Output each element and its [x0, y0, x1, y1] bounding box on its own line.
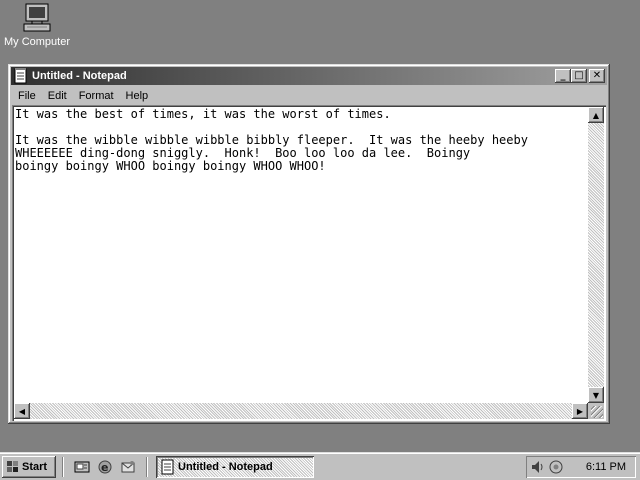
taskbar-notepad-label: Untitled - Notepad: [178, 461, 273, 473]
notepad-icon: [160, 459, 176, 475]
internet-explorer-icon[interactable]: e: [97, 459, 113, 475]
taskbar-separator: [146, 457, 148, 477]
clock: 6:11 PM: [585, 461, 626, 473]
system-tray: 6:11 PM: [526, 456, 636, 478]
vertical-scrollbar[interactable]: ▲ ▼: [588, 107, 604, 403]
menu-file[interactable]: File: [12, 90, 42, 102]
network-icon[interactable]: [548, 459, 564, 475]
menu-bar: File Edit Format Help: [12, 87, 606, 105]
desktop: My Computer Untitled - Notepad _ □ ✕ Fil…: [0, 0, 640, 452]
scroll-right-button[interactable]: ▶: [572, 403, 588, 419]
close-button[interactable]: ✕: [589, 69, 605, 83]
resize-grip-icon: [591, 406, 603, 418]
minimize-button[interactable]: _: [555, 69, 571, 83]
horizontal-scrollbar[interactable]: ◀ ▶: [14, 403, 588, 419]
notepad-icon: [13, 68, 29, 84]
desktop-icon-my-computer[interactable]: My Computer: [2, 2, 72, 48]
taskbar-notepad-button[interactable]: Untitled - Notepad: [156, 456, 314, 478]
menu-format[interactable]: Format: [73, 90, 120, 102]
computer-icon: [20, 2, 54, 34]
taskbar-separator: [62, 457, 64, 477]
menu-edit[interactable]: Edit: [42, 90, 73, 102]
window-title: Untitled - Notepad: [32, 70, 127, 82]
svg-text:e: e: [101, 461, 108, 474]
scroll-down-button[interactable]: ▼: [588, 387, 604, 403]
text-editor[interactable]: It was the best of times, it was the wor…: [12, 105, 606, 421]
desktop-icon-label: My Computer: [3, 36, 71, 48]
taskbar: Start e Untitled - Notepad 6:11 PM: [0, 452, 640, 480]
volume-icon[interactable]: [530, 459, 546, 475]
outlook-express-icon[interactable]: [120, 459, 136, 475]
resize-corner[interactable]: [588, 403, 604, 419]
scroll-left-button[interactable]: ◀: [14, 403, 30, 419]
menu-help[interactable]: Help: [120, 90, 155, 102]
document-text[interactable]: It was the best of times, it was the wor…: [14, 107, 587, 404]
maximize-button[interactable]: □: [571, 69, 587, 83]
show-desktop-icon[interactable]: [74, 459, 90, 475]
notepad-window: Untitled - Notepad _ □ ✕ File Edit Forma…: [8, 64, 610, 424]
windows-logo-icon: [6, 460, 20, 474]
scroll-up-button[interactable]: ▲: [588, 107, 604, 123]
start-label: Start: [22, 461, 48, 473]
title-bar[interactable]: Untitled - Notepad _ □ ✕: [11, 67, 607, 85]
start-button[interactable]: Start: [2, 456, 56, 478]
